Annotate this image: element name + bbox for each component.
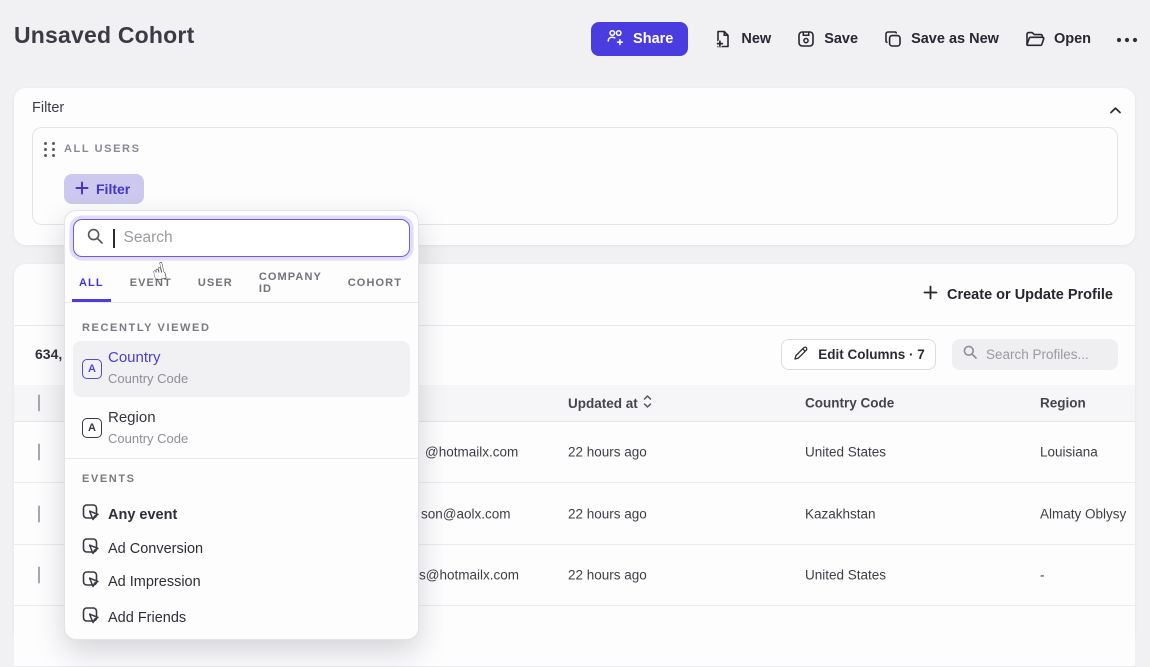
filter-panel-title: Filter bbox=[32, 100, 64, 116]
search-profiles-input[interactable] bbox=[986, 347, 1106, 362]
event-title: Ad Conversion bbox=[108, 541, 203, 557]
tab-event[interactable]: EVENT bbox=[123, 267, 179, 302]
profile-email: @hotmailx.com bbox=[425, 445, 518, 460]
property-item-region[interactable]: A Region Country Code bbox=[73, 401, 410, 455]
open-button[interactable]: Open bbox=[1024, 29, 1091, 49]
event-title: Ad Impression bbox=[108, 574, 201, 590]
pencil-icon bbox=[792, 345, 809, 365]
event-item-ad-impression[interactable]: Ad Impression bbox=[73, 566, 410, 598]
save-button[interactable]: Save bbox=[796, 29, 858, 49]
event-item-ad-conversion[interactable]: Ad Conversion bbox=[73, 533, 410, 565]
text-property-icon: A bbox=[82, 359, 102, 379]
collapse-panel-button[interactable] bbox=[1109, 102, 1122, 120]
page-title: Unsaved Cohort bbox=[14, 22, 194, 49]
plus-icon bbox=[923, 285, 938, 304]
profile-email: son@aolx.com bbox=[421, 507, 511, 522]
country-code-value: Kazakhstan bbox=[805, 507, 876, 522]
tab-user[interactable]: USER bbox=[191, 267, 240, 302]
column-header-region[interactable]: Region bbox=[1040, 396, 1086, 411]
new-button[interactable]: New bbox=[713, 29, 771, 49]
sort-icon[interactable] bbox=[643, 395, 652, 411]
select-all-checkbox[interactable] bbox=[38, 395, 40, 412]
search-icon bbox=[86, 227, 104, 250]
profiles-count: 634, bbox=[35, 346, 62, 362]
tab-cohort[interactable]: COHORT bbox=[341, 267, 409, 302]
save-icon bbox=[796, 29, 816, 49]
event-title: Any event bbox=[108, 507, 177, 523]
tab-company-id[interactable]: COMPANY ID bbox=[252, 267, 329, 302]
drag-handle-icon[interactable] bbox=[44, 142, 56, 157]
share-button-label: Share bbox=[633, 31, 673, 47]
edit-columns-label: Edit Columns · 7 bbox=[818, 347, 925, 362]
property-picker-dropdown: Search ALL EVENT USER COMPANY ID COHORT … bbox=[64, 210, 419, 640]
section-label-events: EVENTS bbox=[82, 473, 136, 485]
new-button-label: New bbox=[741, 31, 771, 47]
text-property-icon: A bbox=[82, 418, 102, 438]
plus-icon bbox=[75, 181, 89, 198]
search-icon bbox=[962, 344, 978, 365]
event-item-add-friends[interactable]: Add Friends bbox=[73, 602, 410, 634]
edit-columns-button[interactable]: Edit Columns · 7 bbox=[781, 339, 936, 370]
property-item-country[interactable]: A Country Country Code bbox=[73, 341, 410, 397]
row-checkbox[interactable] bbox=[38, 506, 40, 523]
open-folder-icon bbox=[1024, 29, 1046, 49]
dropdown-tabs: ALL EVENT USER COMPANY ID COHORT bbox=[65, 267, 418, 303]
updated-at-value: 22 hours ago bbox=[568, 507, 647, 522]
more-actions-button[interactable] bbox=[1116, 30, 1138, 48]
top-toolbar: Share New Save Save as New Open bbox=[591, 22, 1138, 56]
dropdown-search-placeholder: Search bbox=[124, 229, 173, 247]
new-document-icon bbox=[713, 29, 733, 49]
open-button-label: Open bbox=[1054, 31, 1091, 47]
row-checkbox[interactable] bbox=[38, 567, 40, 584]
tab-all[interactable]: ALL bbox=[72, 267, 111, 302]
share-button[interactable]: Share bbox=[591, 22, 688, 56]
profile-email: s@hotmailx.com bbox=[419, 568, 519, 583]
add-filter-button[interactable]: Filter bbox=[64, 174, 144, 204]
event-icon bbox=[81, 570, 101, 595]
property-title: Region bbox=[108, 409, 156, 426]
region-value: Louisiana bbox=[1040, 445, 1098, 460]
section-label-recently-viewed: RECENTLY VIEWED bbox=[82, 322, 211, 334]
filter-group-label: ALL USERS bbox=[64, 143, 141, 155]
region-value: - bbox=[1040, 568, 1045, 583]
ellipsis-icon bbox=[1116, 30, 1138, 48]
chevron-up-icon bbox=[1109, 102, 1122, 119]
property-subtitle: Country Code bbox=[108, 371, 188, 386]
property-title: Country bbox=[108, 349, 161, 366]
column-header-updated-at[interactable]: Updated at bbox=[568, 395, 652, 411]
save-as-new-button[interactable]: Save as New bbox=[883, 29, 999, 49]
row-checkbox[interactable] bbox=[38, 444, 40, 461]
column-header-country-code[interactable]: Country Code bbox=[805, 396, 894, 411]
divider bbox=[65, 458, 418, 459]
text-cursor bbox=[113, 229, 115, 248]
create-or-update-profile-label: Create or Update Profile bbox=[947, 287, 1113, 303]
region-value: Almaty Oblysy bbox=[1040, 507, 1126, 522]
event-title: Add Friends bbox=[108, 610, 186, 626]
add-filter-button-label: Filter bbox=[96, 181, 130, 197]
create-or-update-profile-button[interactable]: Create or Update Profile bbox=[923, 285, 1113, 304]
share-users-icon bbox=[606, 29, 625, 50]
event-item-any-event[interactable]: Any event bbox=[73, 499, 410, 531]
updated-at-value: 22 hours ago bbox=[568, 568, 647, 583]
save-as-new-button-label: Save as New bbox=[911, 31, 999, 47]
country-code-value: United States bbox=[805, 568, 886, 583]
updated-at-value: 22 hours ago bbox=[568, 445, 647, 460]
country-code-value: United States bbox=[805, 445, 886, 460]
property-subtitle: Country Code bbox=[108, 431, 188, 446]
search-profiles-field[interactable] bbox=[952, 339, 1118, 370]
event-icon bbox=[81, 606, 101, 631]
dropdown-search-field[interactable]: Search bbox=[73, 219, 410, 257]
copy-icon bbox=[883, 29, 903, 49]
event-icon bbox=[81, 537, 101, 562]
event-icon bbox=[81, 503, 101, 528]
save-button-label: Save bbox=[824, 31, 858, 47]
